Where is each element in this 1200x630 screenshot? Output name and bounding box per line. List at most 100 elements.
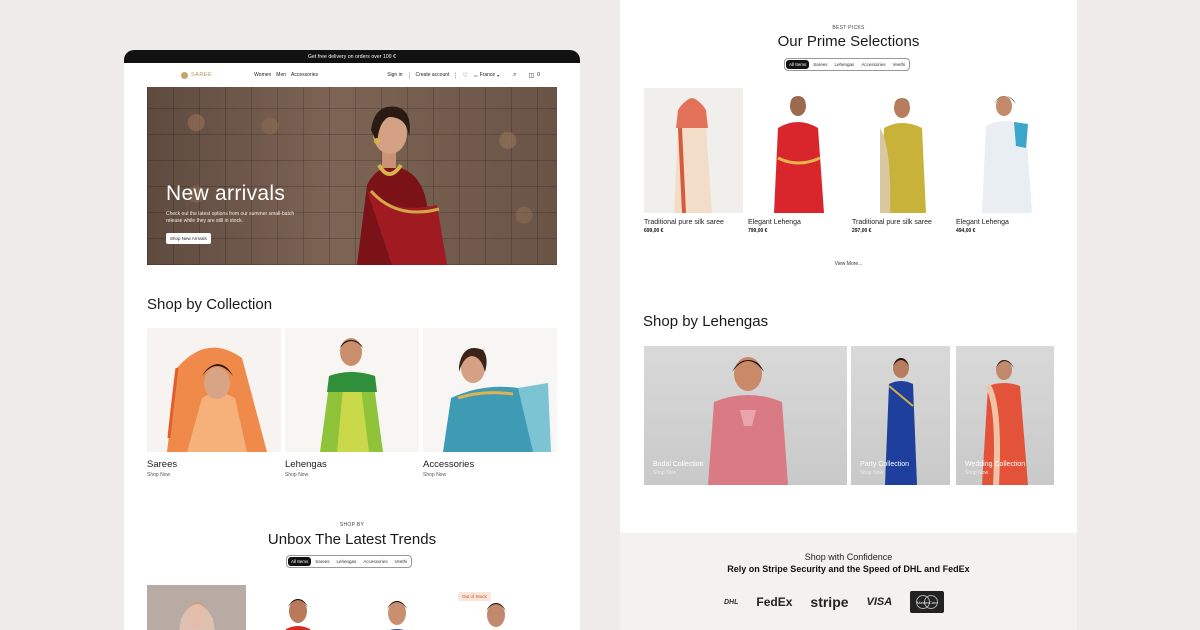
mastercard-label: MasterCard	[916, 599, 938, 605]
country-label: France	[479, 72, 496, 78]
saree-model-image	[880, 98, 926, 213]
tab-accessories[interactable]: Accessories	[858, 60, 888, 69]
collection-card-sarees[interactable]: Sarees Shop Now	[147, 328, 281, 478]
lehengas-heading: Shop by Lehengas	[643, 313, 769, 330]
main-nav: Women Men Accessories	[254, 72, 318, 78]
lehenga-model-image	[774, 96, 824, 213]
collection-image	[147, 328, 281, 452]
shop-now-link[interactable]: Shop Now	[147, 472, 281, 478]
product-card[interactable]: Traditional pure silk saree 699,00 €	[644, 88, 743, 234]
view-more-link[interactable]: View More...	[620, 261, 1077, 267]
tab-accessories[interactable]: Accessories	[360, 557, 390, 566]
trust-subheading: Rely on Stripe Security and the Speed of…	[727, 564, 970, 574]
saree-model-image	[644, 88, 743, 213]
product-price: 494,00 €	[956, 228, 976, 234]
collection-card-lehengas[interactable]: Lehengas Shop Now	[285, 328, 419, 478]
hero-model-image	[357, 106, 447, 265]
heart-icon[interactable]: ♡	[462, 72, 467, 79]
brand-logo[interactable]: SAREE	[181, 71, 213, 79]
flag-icon: ▭	[473, 72, 478, 78]
product-card[interactable]: Elegant Lehenga 494,00 €	[956, 88, 1055, 234]
lehenga-card-wedding[interactable]: Wedding Collection Shop Now	[956, 346, 1054, 485]
product-name: Traditional pure silk saree	[644, 219, 724, 226]
search-icon[interactable]: ⌕	[513, 72, 516, 79]
product-image	[956, 88, 1055, 213]
trend-product-card[interactable]	[345, 585, 444, 630]
product-card[interactable]: Traditional pure silk saree 297,00 €	[852, 88, 951, 234]
collection-card-accessories[interactable]: Accessories Shop Now	[423, 328, 557, 478]
shop-now-link[interactable]: Shop Now	[965, 470, 988, 476]
shop-now-link[interactable]: Shop Now	[860, 470, 883, 476]
hero-title: New arrivals	[166, 182, 286, 205]
payment-logos: DHL FedEx stripe VISA MasterCard	[724, 591, 945, 613]
top-navbar: SAREE Women Men Accessories Sign in Crea…	[124, 63, 580, 87]
lehenga-card-party[interactable]: Party Collection Shop Now	[851, 346, 950, 485]
nav-link-women[interactable]: Women	[254, 72, 271, 78]
collection-label: Party Collection	[860, 461, 910, 468]
logo-icon	[181, 71, 188, 79]
collection-name: Lehengas	[285, 459, 327, 470]
nav-link-men[interactable]: Men	[276, 72, 286, 78]
product-name: Elegant Lehenga	[956, 219, 1009, 226]
product-price: 699,00 €	[644, 228, 664, 234]
visa-logo: VISA	[866, 596, 893, 608]
tab-veethi[interactable]: Veethi	[392, 557, 411, 566]
lehenga-model-image	[982, 96, 1032, 213]
trend-product-image	[285, 599, 311, 630]
shop-now-link[interactable]: Shop Now	[653, 470, 676, 476]
collection-name: Accessories	[423, 459, 475, 470]
nav-link-accessories[interactable]: Accessories	[291, 72, 318, 78]
fedex-logo: FedEx	[756, 595, 793, 609]
product-price: 297,00 €	[852, 228, 872, 234]
country-selector[interactable]: ▭ France ▾	[474, 72, 499, 78]
prime-selections-heading: Our Prime Selections	[777, 33, 920, 50]
trend-product-card[interactable]	[147, 585, 246, 630]
saree-model-image	[147, 328, 281, 452]
prime-filter-tabs: All Items Sarees Lehengas Accessories Ve…	[784, 58, 911, 71]
stripe-logo: stripe	[810, 594, 849, 610]
create-account-link[interactable]: Create account	[416, 72, 450, 78]
cart-button[interactable]: ◫ 0	[529, 72, 540, 79]
product-image	[852, 88, 951, 213]
nav-divider	[455, 71, 457, 79]
bag-icon: ◫	[528, 72, 535, 79]
lehenga-card-bridal[interactable]: Bridal Collection Shop Now	[644, 346, 847, 485]
product-price: 799,00 €	[748, 228, 768, 234]
trust-heading: Shop with Confidence	[804, 552, 893, 562]
nav-divider	[408, 71, 410, 79]
tab-lehengas[interactable]: Lehengas	[832, 60, 858, 69]
collection-image	[423, 328, 557, 452]
tab-all-items[interactable]: All Items	[288, 557, 312, 566]
tab-sarees[interactable]: Sarees	[312, 557, 332, 566]
trend-product-image	[179, 602, 215, 630]
shop-now-link[interactable]: Shop Now	[423, 472, 557, 478]
sign-in-link[interactable]: Sign in	[387, 72, 402, 78]
chevron-down-icon: ▾	[497, 72, 500, 78]
tab-sarees[interactable]: Sarees	[810, 60, 830, 69]
trends-heading: Unbox The Latest Trends	[267, 531, 437, 548]
tab-lehengas[interactable]: Lehengas	[334, 557, 360, 566]
product-page-preview: BEST PICKS Our Prime Selections All Item…	[620, 0, 1077, 630]
product-card[interactable]: Elegant Lehenga 799,00 €	[748, 88, 847, 234]
product-image	[748, 88, 847, 213]
collection-name: Sarees	[147, 459, 178, 470]
tab-all-items[interactable]: All Items	[786, 60, 810, 69]
announcement-bar: Get free delivery on orders over 100 €	[124, 50, 580, 63]
tab-veethi[interactable]: Veethi	[890, 60, 909, 69]
collection-label: Bridal Collection	[653, 461, 704, 468]
out-of-stock-badge: Out of Stock	[458, 592, 491, 601]
lehenga-model-image	[285, 328, 419, 452]
hero-subtitle: Check out the latest options from our su…	[166, 211, 295, 224]
shop-new-arrivals-button[interactable]: Shop New Arrivals	[166, 233, 211, 244]
trends-filter-tabs: All Items Sarees Lehengas Accessories Ve…	[286, 555, 413, 568]
collection-label: Wedding Collection	[965, 461, 1026, 468]
product-name: Traditional pure silk saree	[852, 219, 932, 226]
best-picks-overline: BEST PICKS	[832, 25, 865, 31]
collection-image	[285, 328, 419, 452]
shop-now-link[interactable]: Shop Now	[285, 472, 419, 478]
mastercard-logo: MasterCard	[910, 591, 945, 613]
brand-name: SAREE	[191, 72, 213, 78]
product-image	[644, 88, 743, 213]
accessories-model-image	[423, 328, 557, 452]
trend-product-card[interactable]	[246, 585, 345, 630]
